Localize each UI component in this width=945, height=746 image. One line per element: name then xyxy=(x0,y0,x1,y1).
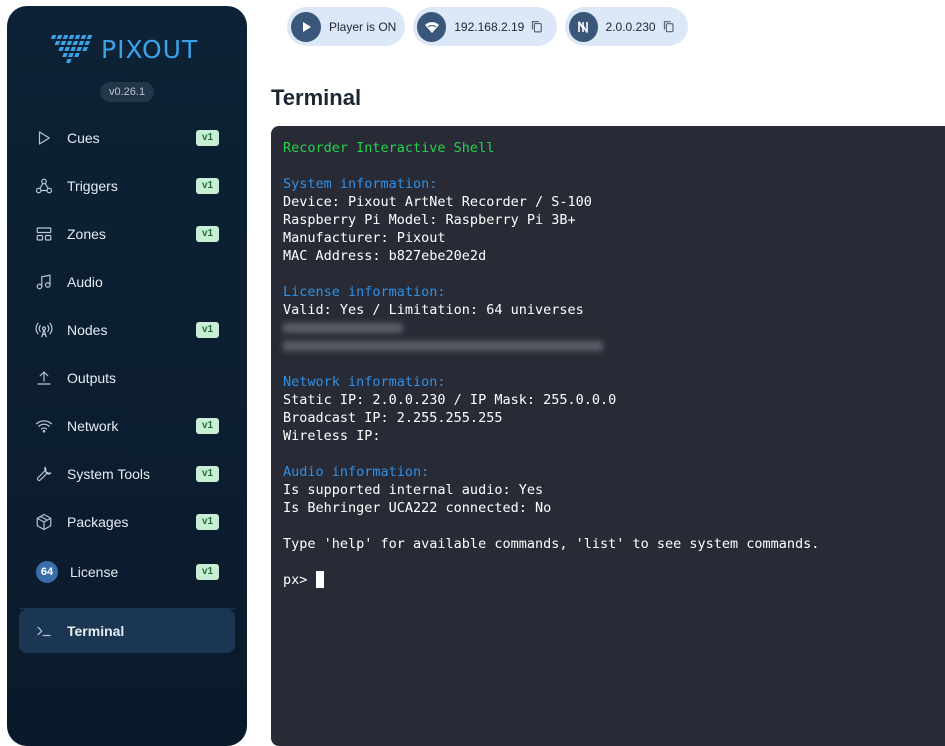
artnet-icon xyxy=(569,11,598,42)
sidebar-item-network[interactable]: Network v1 xyxy=(19,404,235,448)
sidebar: PIXOUT v0.26.1 Cues v1 Triggers v1 Zones… xyxy=(7,6,247,746)
artnet-ip-chip[interactable]: 2.0.0.230 xyxy=(565,7,688,46)
license-count-badge: 64 xyxy=(36,561,58,583)
terminal-console[interactable]: Recorder Interactive Shell System inform… xyxy=(271,126,945,746)
manufacturer-line: Manufacturer: Pixout xyxy=(283,230,446,246)
network-heading: Network information: xyxy=(283,374,446,390)
sidebar-item-nodes[interactable]: Nodes v1 xyxy=(19,308,235,352)
text-cursor xyxy=(315,571,324,588)
sidebar-item-label: Audio xyxy=(67,274,103,290)
sidebar-item-audio[interactable]: Audio xyxy=(19,260,235,304)
prompt: px> xyxy=(283,572,316,588)
sidebar-item-label: Terminal xyxy=(67,623,125,639)
sidebar-item-triggers[interactable]: Triggers v1 xyxy=(19,164,235,208)
version-badge: v0.26.1 xyxy=(100,82,155,102)
redacted-line xyxy=(283,319,945,337)
package-icon xyxy=(34,512,54,532)
wifi-ip-text: 192.168.2.19 xyxy=(454,19,525,34)
version-badge-v1: v1 xyxy=(196,178,219,194)
brand-name: PIXOUT xyxy=(101,34,199,64)
play-icon xyxy=(34,128,54,148)
sidebar-item-cues[interactable]: Cues v1 xyxy=(19,116,235,160)
wifi-icon xyxy=(417,11,447,42)
sidebar-item-label: Nodes xyxy=(67,322,108,338)
version-badge-v1: v1 xyxy=(196,322,219,338)
version-badge-v1: v1 xyxy=(196,564,219,580)
broadcast-ip-line: Broadcast IP: 2.255.255.255 xyxy=(283,410,503,426)
sidebar-item-label: Zones xyxy=(67,226,106,242)
sidebar-item-system-tools[interactable]: System Tools v1 xyxy=(19,452,235,496)
wifi-icon xyxy=(34,416,54,436)
play-icon xyxy=(291,11,321,42)
layout-icon xyxy=(34,224,54,244)
audio-internal-line: Is supported internal audio: Yes xyxy=(283,482,544,498)
version-badge-v1: v1 xyxy=(196,418,219,434)
player-status-chip[interactable]: Player is ON xyxy=(287,7,405,46)
wrench-icon xyxy=(34,464,54,484)
sidebar-item-label: System Tools xyxy=(67,466,150,482)
sidebar-item-outputs[interactable]: Outputs xyxy=(19,356,235,400)
version-badge-v1: v1 xyxy=(196,514,219,530)
music-icon xyxy=(34,272,54,292)
license-valid-line: Valid: Yes / Limitation: 64 universes xyxy=(283,302,584,318)
pixout-logo-icon xyxy=(51,35,93,63)
audio-heading: Audio information: xyxy=(283,464,430,480)
mac-line: MAC Address: b827ebe20e2d xyxy=(283,248,487,264)
wifi-ip-chip[interactable]: 192.168.2.19 xyxy=(413,7,557,46)
pixout-logo[interactable]: PIXOUT xyxy=(51,30,203,68)
version-badge-v1: v1 xyxy=(196,466,219,482)
static-ip-line: Static IP: 2.0.0.230 / IP Mask: 255.0.0.… xyxy=(283,392,617,408)
redacted-line xyxy=(283,337,945,355)
audio-behringer-line: Is Behringer UCA222 connected: No xyxy=(283,500,552,516)
sidebar-item-label: Network xyxy=(67,418,119,434)
sidebar-item-label: Triggers xyxy=(67,178,118,194)
sidebar-item-label: License xyxy=(70,564,119,580)
page-title: Terminal xyxy=(271,85,362,110)
help-line: Type 'help' for available commands, 'lis… xyxy=(283,536,820,552)
sidebar-item-label: Outputs xyxy=(67,370,117,386)
prompt-line[interactable]: px> xyxy=(283,571,945,589)
version-badge-v1: v1 xyxy=(196,130,219,146)
copy-icon[interactable] xyxy=(531,20,543,33)
rpi-model-line: Raspberry Pi Model: Raspberry Pi 3B+ xyxy=(283,212,576,228)
shell-title: Recorder Interactive Shell xyxy=(283,140,495,156)
artnet-ip-text: 2.0.0.230 xyxy=(605,19,656,34)
version-badge-v1: v1 xyxy=(196,226,219,242)
sidebar-item-license[interactable]: 64 License v1 xyxy=(19,550,235,594)
upload-icon xyxy=(34,368,54,388)
sidebar-item-terminal[interactable]: Terminal xyxy=(19,609,235,653)
sidebar-item-label: Cues xyxy=(67,130,100,146)
license-heading: License information: xyxy=(283,284,446,300)
webhook-icon xyxy=(34,176,54,196)
wireless-ip-line: Wireless IP: xyxy=(283,428,381,444)
sidebar-item-zones[interactable]: Zones v1 xyxy=(19,212,235,256)
terminal-icon xyxy=(34,621,54,641)
device-line: Device: Pixout ArtNet Recorder / S-100 xyxy=(283,194,592,210)
system-heading: System information: xyxy=(283,176,438,192)
sidebar-item-packages[interactable]: Packages v1 xyxy=(19,500,235,544)
sidebar-item-label: Packages xyxy=(67,514,129,530)
player-status-text: Player is ON xyxy=(329,19,397,34)
broadcast-icon xyxy=(34,320,54,340)
copy-icon[interactable] xyxy=(663,20,674,33)
